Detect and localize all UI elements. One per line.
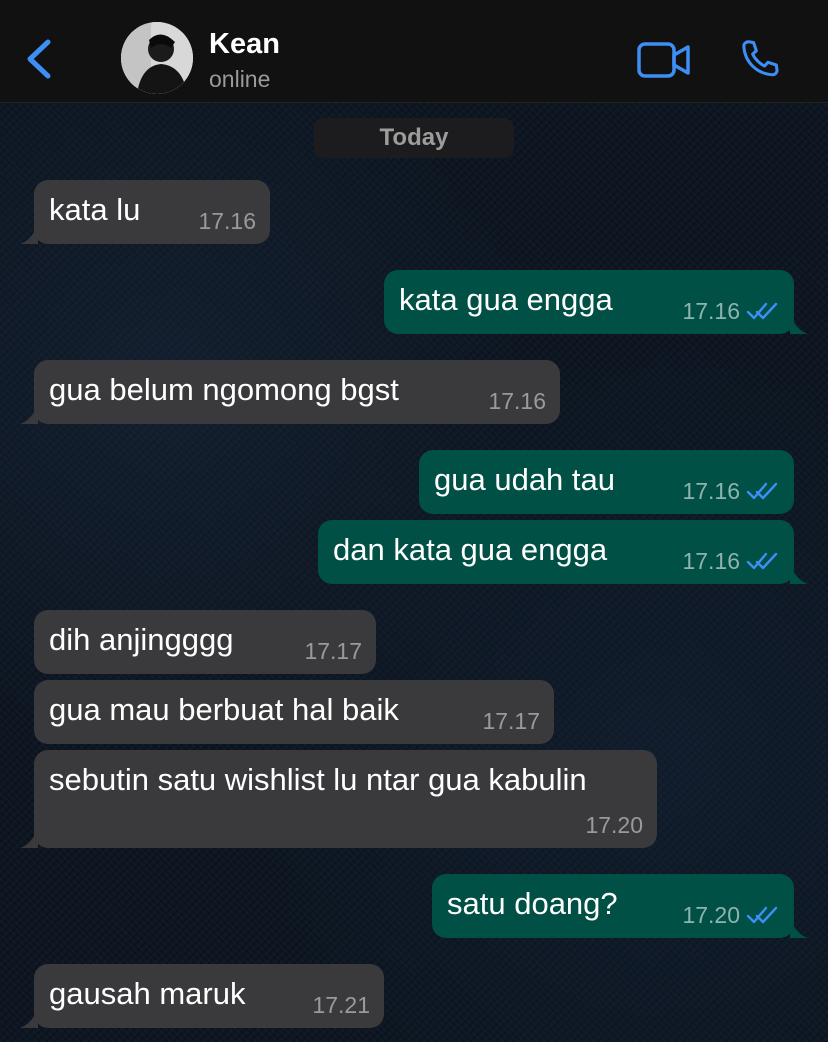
message-incoming[interactable]: kata lu 17.16 (20, 180, 270, 244)
phone-icon (742, 40, 779, 77)
bubble-tail (20, 828, 38, 848)
bubble-tail (20, 1008, 38, 1028)
double-check-icon (746, 302, 778, 320)
message-time: 17.17 (482, 708, 540, 734)
message-time: 17.16 (682, 478, 740, 504)
message-time: 17.20 (585, 812, 643, 838)
message-text: gua udah tau (434, 462, 616, 497)
contact-status: online (209, 66, 271, 92)
bubble-tail (790, 564, 808, 584)
message-text: sebutin satu wishlist lu ntar gua kabuli… (49, 762, 587, 797)
message-text: gausah maruk (49, 976, 246, 1011)
message-incoming[interactable]: gua belum ngomong bgst 17.16 (20, 360, 560, 424)
message-text: gua mau berbuat hal baik (49, 692, 399, 727)
date-separator: Today (314, 118, 514, 158)
message-outgoing[interactable]: dan kata gua engga 17.16 (318, 520, 808, 584)
message-text: kata lu (49, 192, 141, 227)
back-button[interactable] (20, 36, 60, 82)
message-time: 17.16 (682, 298, 740, 324)
message-text: kata gua engga (399, 282, 613, 317)
message-time: 17.16 (198, 208, 256, 234)
message-time: 17.16 (488, 388, 546, 414)
message-incoming[interactable]: dih anjingggg 17.17 (34, 610, 376, 674)
double-check-icon (746, 552, 778, 570)
bubble-tail (20, 224, 38, 244)
message-incoming[interactable]: gausah maruk 17.21 (20, 964, 384, 1028)
message-time: 17.20 (682, 902, 740, 928)
double-check-icon (746, 906, 778, 924)
message-text: gua belum ngomong bgst (49, 372, 399, 407)
message-time: 17.16 (682, 548, 740, 574)
contact-name[interactable]: Kean (209, 28, 280, 61)
message-outgoing[interactable]: gua udah tau 17.16 (419, 450, 794, 514)
video-camera-icon (637, 42, 690, 78)
video-call-button[interactable] (636, 40, 692, 80)
double-check-icon (746, 482, 778, 500)
message-time: 17.17 (304, 638, 362, 664)
message-outgoing[interactable]: satu doang? 17.20 (432, 874, 808, 938)
message-time: 17.21 (312, 992, 370, 1018)
chevron-left-icon (27, 39, 51, 79)
bubble-tail (790, 918, 808, 938)
bubble-tail (20, 404, 38, 424)
avatar[interactable] (121, 22, 193, 94)
message-outgoing[interactable]: kata gua engga 17.16 (384, 270, 808, 334)
message-text: dan kata gua engga (333, 532, 608, 567)
voice-call-button[interactable] (736, 37, 782, 83)
message-incoming[interactable]: sebutin satu wishlist lu ntar gua kabuli… (20, 750, 657, 848)
message-incoming[interactable]: gua mau berbuat hal baik 17.17 (34, 680, 554, 744)
message-text: dih anjingggg (49, 622, 234, 657)
chat-header: Kean online (0, 0, 828, 103)
bubble-tail (790, 314, 808, 334)
message-text: satu doang? (447, 886, 618, 921)
